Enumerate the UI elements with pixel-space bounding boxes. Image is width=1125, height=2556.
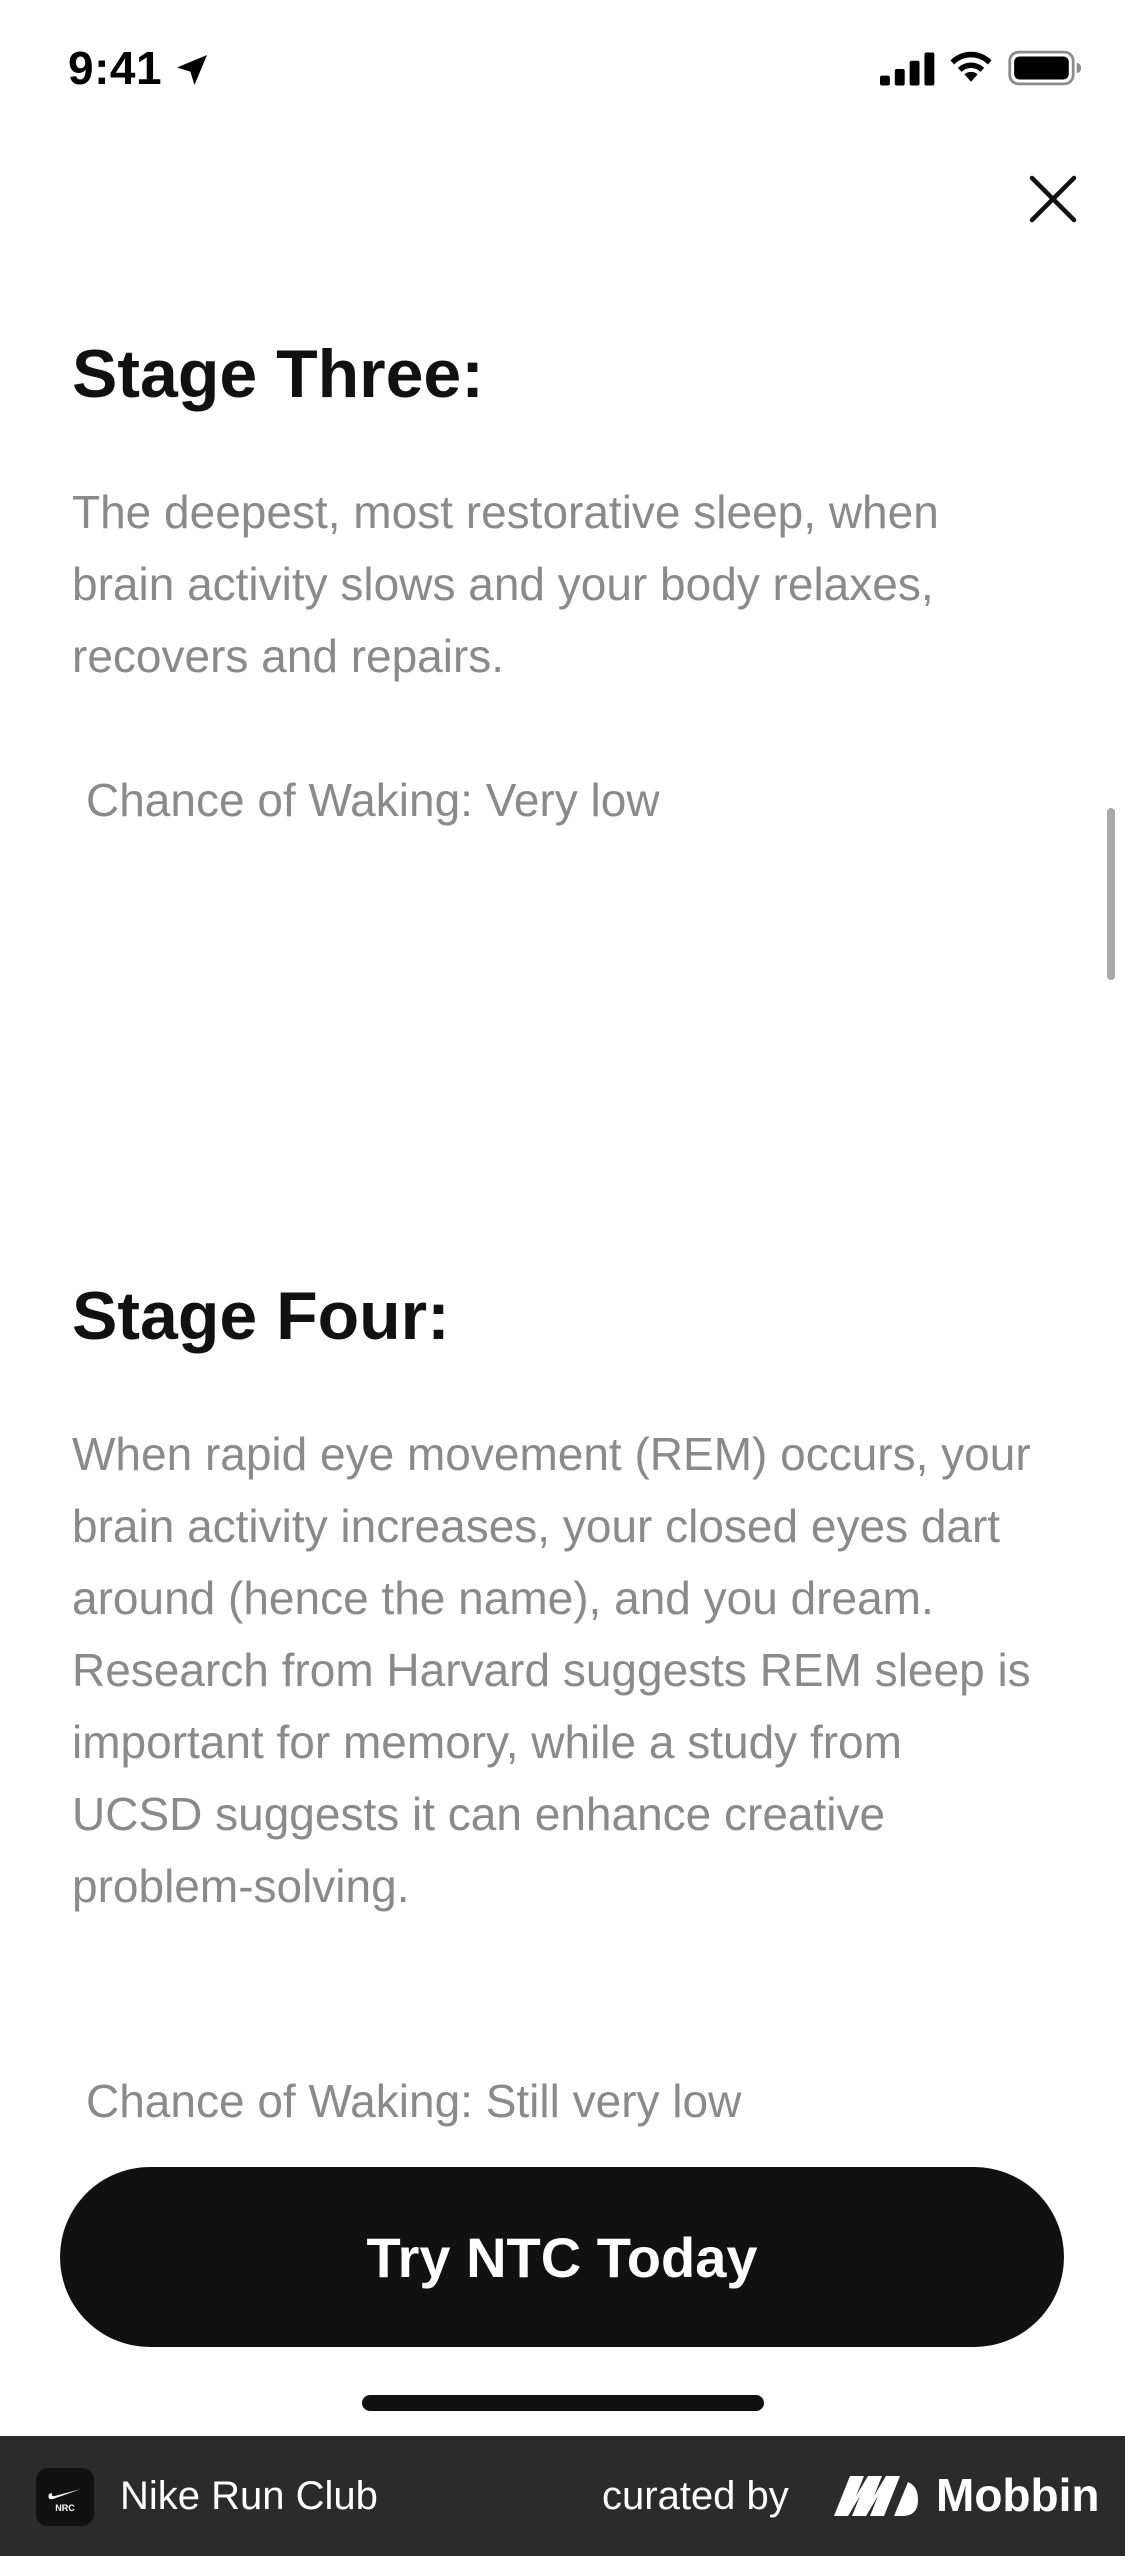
stage-three-title: Stage Three: [72, 336, 484, 412]
mobbin-logo-icon [834, 2476, 918, 2516]
scroll-indicator[interactable] [1107, 808, 1115, 980]
wifi-icon [950, 51, 992, 82]
status-time: 9:41 [68, 42, 163, 94]
mobbin-brand: Mobbin [936, 2469, 1100, 2521]
mobbin-footer: NRC Nike Run Club curated by Mobbin [0, 2436, 1125, 2556]
location-arrow-icon [177, 55, 207, 85]
status-bar: 9:41 [0, 0, 1125, 140]
signal-icon [880, 52, 935, 86]
curated-by-label: curated by [602, 2474, 789, 2518]
close-icon[interactable] [1022, 168, 1084, 230]
nike-run-club-app-icon: NRC [36, 2468, 94, 2526]
stage-four-waking-chance: Chance of Waking: Still very low [86, 2075, 742, 2127]
try-ntc-button[interactable]: Try NTC Today [60, 2167, 1064, 2347]
svg-text:NRC: NRC [55, 2503, 75, 2513]
stage-four-title: Stage Four: [72, 1278, 450, 1354]
battery-icon [1008, 50, 1082, 86]
stage-three-description: The deepest, most restorative sleep, whe… [72, 486, 939, 682]
stage-four-description: When rapid eye movement (REM) occurs, yo… [72, 1428, 1031, 1912]
nike-swoosh-icon: NRC [48, 2489, 81, 2513]
home-indicator[interactable] [362, 2395, 764, 2411]
app-name: Nike Run Club [120, 2474, 378, 2518]
stage-three-waking-chance: Chance of Waking: Very low [86, 774, 660, 826]
